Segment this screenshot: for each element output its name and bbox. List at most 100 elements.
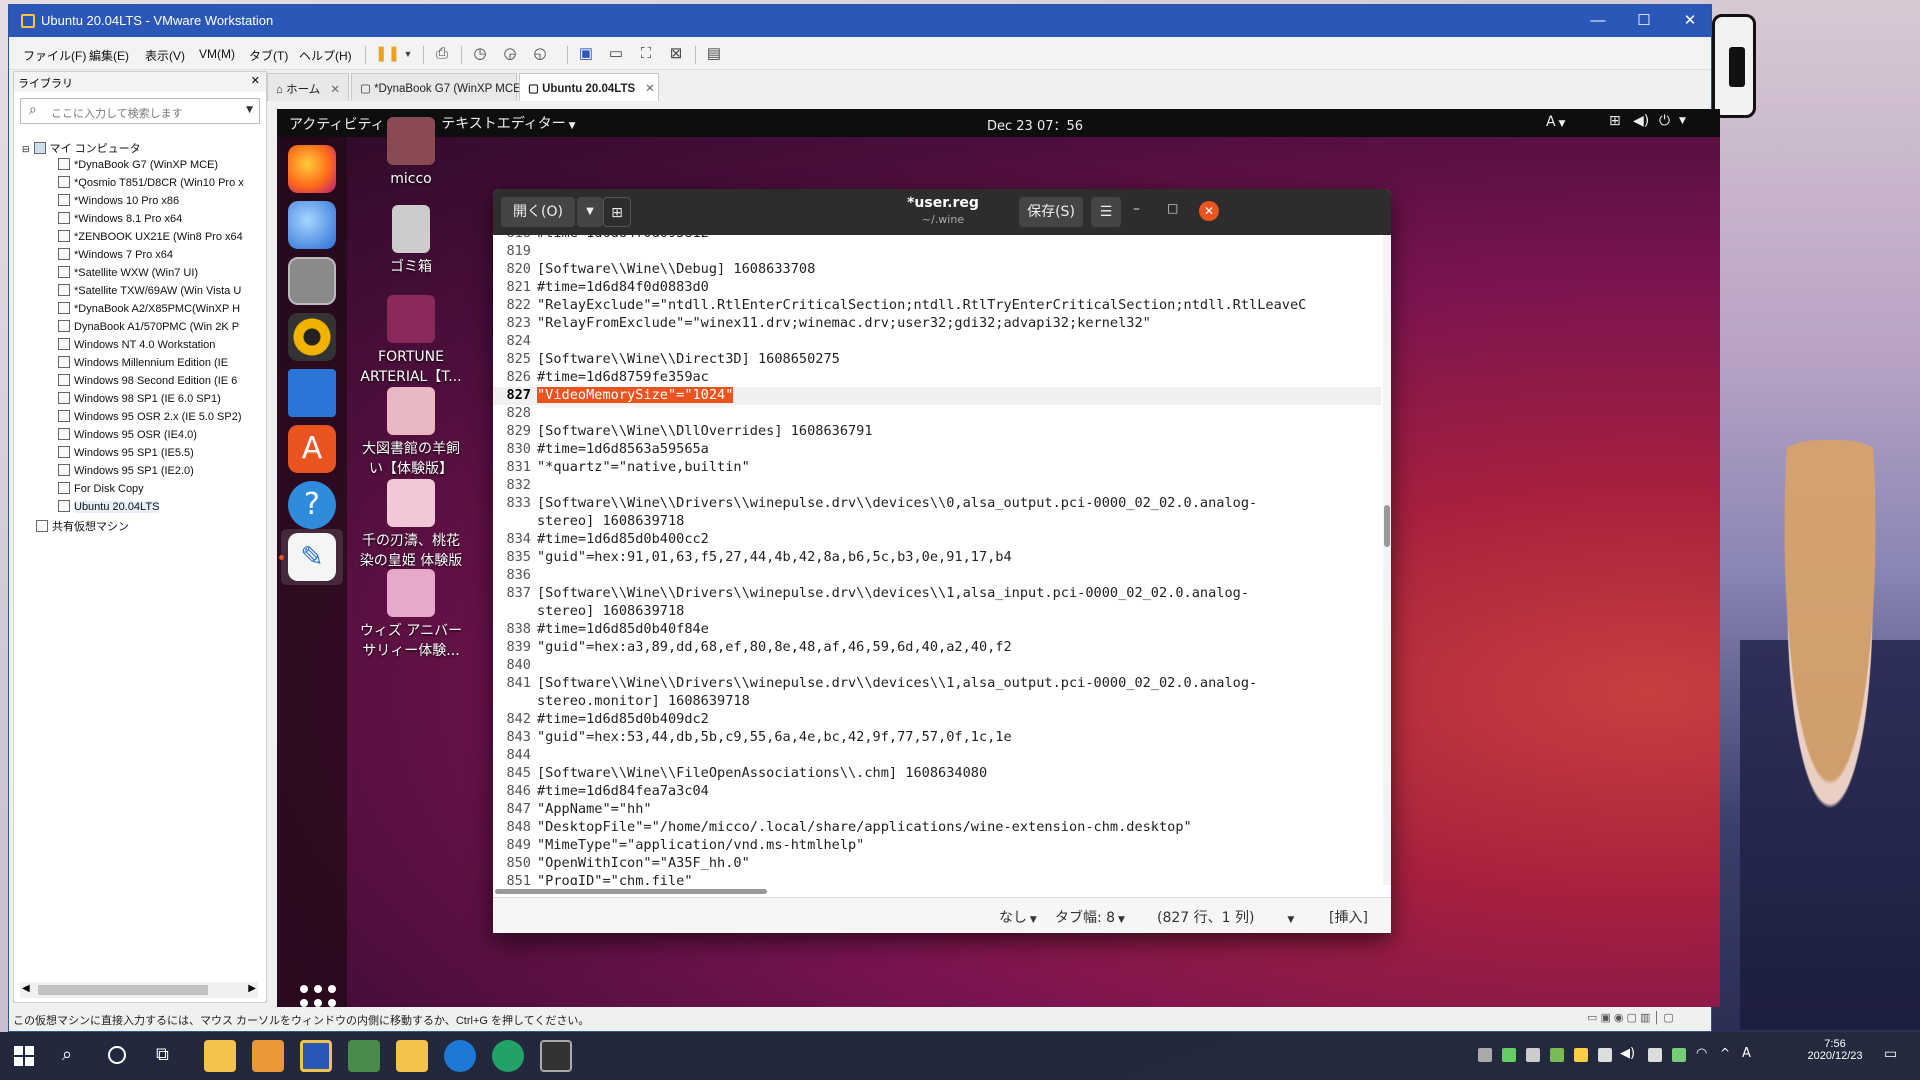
vm-list-item[interactable]: *DynaBook A2/X85PMC(WinXP H — [58, 302, 308, 320]
chevron-down-icon[interactable]: ▼ — [246, 105, 253, 115]
save-button[interactable]: 保存(S) — [1019, 197, 1083, 227]
open-button[interactable]: 開く(O) — [501, 197, 575, 227]
close-tab-icon[interactable]: ✕ — [330, 84, 340, 96]
desktop-item-trash[interactable]: ゴミ箱 — [356, 205, 466, 277]
code-line[interactable]: "RelayFromExclude"="winex11.drv;winemac.… — [537, 315, 1151, 331]
thumbnail-bar-icon[interactable]: ▭ — [605, 44, 627, 64]
code-line[interactable]: #time=1d6d8563a59565a — [537, 441, 709, 457]
vm-list-item[interactable]: For Disk Copy — [58, 482, 308, 500]
vm-list-item[interactable]: *Satellite TXW/69AW (Win Vista U — [58, 284, 308, 302]
vmware-taskbar-icon[interactable] — [300, 1040, 332, 1072]
vm-list-item[interactable]: Windows Millennium Edition (IE — [58, 356, 308, 374]
software-icon[interactable]: A — [288, 425, 336, 473]
code-line[interactable]: "*quartz"="native,builtin" — [537, 459, 750, 475]
media-player-icon[interactable] — [252, 1040, 284, 1072]
code-line[interactable]: "guid"=hex:a3,89,dd,68,ef,80,8e,48,af,46… — [537, 639, 1012, 655]
minimize-button[interactable]: — — [1575, 5, 1621, 37]
cursor-position[interactable]: (827 行、1 列) ▼ — [1157, 907, 1294, 927]
vm-list-item[interactable]: *Windows 7 Pro x64 — [58, 248, 308, 266]
device-status-icons[interactable]: ▭ ▣ ◉ ▢ ▥ │ ▢ — [1587, 1011, 1674, 1024]
code-line[interactable]: "DesktopFile"="/home/micco/.local/share/… — [537, 819, 1192, 835]
network-icon[interactable]: ⊞ — [1609, 113, 1621, 129]
app-icon[interactable] — [348, 1040, 380, 1072]
vm-list-item[interactable]: Windows 98 Second Edition (IE 6 — [58, 374, 308, 392]
show-applications-button[interactable] — [300, 985, 336, 1007]
hamburger-menu-icon[interactable]: ☰ — [1091, 197, 1121, 227]
vm-list-item[interactable]: Ubuntu 20.04LTS — [58, 500, 308, 518]
code-line[interactable]: "MimeType"="application/vnd.ms-htmlhelp" — [537, 837, 864, 853]
vm-list-item[interactable]: Windows NT 4.0 Workstation — [58, 338, 308, 356]
tab-dynabook[interactable]: ▢ *DynaBook G7 (WinXP MCE)✕ — [351, 73, 544, 101]
tree-root-my-computer[interactable]: ⊟ マイ コンピュータ — [22, 140, 272, 158]
thunderbird-icon[interactable] — [288, 201, 336, 249]
task-view-icon[interactable]: ⧉ — [156, 1044, 169, 1065]
scrollbar-thumb[interactable] — [1384, 505, 1390, 547]
code-line[interactable]: "ProgID"="chm.file" — [537, 873, 693, 885]
scrollbar-thumb[interactable] — [495, 889, 767, 894]
console-view-icon[interactable]: ▤ — [703, 44, 725, 64]
scroll-right-icon[interactable]: ▶ — [248, 983, 256, 994]
tab-width-selector[interactable]: タブ幅: 8 ▼ — [1055, 907, 1125, 927]
menu-edit[interactable]: 編集(E) — [89, 47, 129, 64]
desktop-item-home[interactable]: micco — [356, 117, 466, 189]
chevron-up-icon[interactable]: ^ — [1720, 1046, 1730, 1060]
taskbar-clock[interactable]: 7:56 2020/12/23 — [1800, 1038, 1870, 1062]
file-explorer-icon[interactable] — [204, 1040, 236, 1072]
close-tab-icon[interactable]: ✕ — [645, 83, 655, 95]
firefox-icon[interactable] — [288, 145, 336, 193]
vm-list-item[interactable]: Windows 95 SP1 (IE5.5) — [58, 446, 308, 464]
vm-list-item[interactable]: *Windows 8.1 Pro x64 — [58, 212, 308, 230]
wifi-icon[interactable]: ◠ — [1696, 1046, 1707, 1061]
cortana-icon[interactable] — [108, 1046, 126, 1064]
code-line[interactable]: [Software\\Wine\\Debug] 1608633708 — [537, 261, 815, 277]
vm-list-item[interactable]: Windows 95 SP1 (IE2.0) — [58, 464, 308, 482]
vm-list-item[interactable]: *Windows 10 Pro x86 — [58, 194, 308, 212]
code-line[interactable]: #time=1d6d85d0b409dc2 — [537, 711, 709, 727]
scrollbar-thumb[interactable] — [38, 985, 208, 995]
terminal-icon[interactable] — [540, 1040, 572, 1072]
volume-icon[interactable]: ◀) — [1620, 1046, 1635, 1061]
code-line[interactable]: #time=1d6d84f0d0883d0 — [537, 279, 709, 295]
volume-icon[interactable]: ◀) — [1633, 113, 1649, 129]
selected-text[interactable]: "VideoMemorySize"="1024" — [537, 387, 734, 403]
vm-list-item[interactable]: *ZENBOOK UX21E (Win8 Pro x64 — [58, 230, 308, 248]
insert-mode[interactable]: [挿入] — [1329, 907, 1368, 927]
code-line[interactable]: "OpenWithIcon"="A35F_hh.0" — [537, 855, 750, 871]
code-line[interactable]: [Software\\Wine\\Direct3D] 1608650275 — [537, 351, 840, 367]
ie-icon[interactable] — [444, 1040, 476, 1072]
writer-icon[interactable] — [288, 369, 336, 417]
open-menu-chevron-icon[interactable]: ▼ — [577, 197, 603, 227]
code-line[interactable]: stereo] 1608639718 — [537, 513, 684, 529]
scroll-left-icon[interactable]: ◀ — [22, 983, 30, 994]
vm-list-item[interactable]: *Qosmio T851/D8CR (Win10 Pro x — [58, 176, 308, 194]
guest-screen[interactable]: アクティビティ ✎ テキストエディター ▼ Dec 23 07：56 A ▼ ⊞… — [277, 109, 1720, 1007]
code-line[interactable]: [Software\\Wine\\FileOpenAssociations\\.… — [537, 765, 987, 781]
editor-horizontal-scrollbar[interactable] — [495, 887, 1381, 895]
vmware-titlebar[interactable]: Ubuntu 20.04LTS - VMware Workstation — ☐… — [9, 5, 1711, 37]
tray-icon[interactable] — [1672, 1048, 1686, 1062]
help-icon[interactable]: ? — [288, 481, 336, 529]
vm-list-item[interactable]: Windows 95 OSR (IE4.0) — [58, 428, 308, 446]
chevron-down-icon[interactable]: ▼ — [1679, 116, 1686, 126]
start-button[interactable] — [14, 1046, 34, 1066]
floating-widget[interactable] — [1712, 14, 1756, 118]
vm-list-item[interactable]: DynaBook A1/570PMC (Win 2K P — [58, 320, 308, 338]
power-icon[interactable]: ⏻ — [1659, 113, 1670, 129]
snapshot-manager-icon[interactable]: ◵ — [529, 44, 551, 64]
notification-icon[interactable]: ▭ — [1884, 1046, 1897, 1062]
library-scrollbar[interactable]: ◀ ▶ — [20, 982, 258, 998]
syntax-selector[interactable]: なし ▼ — [999, 907, 1037, 927]
close-library-icon[interactable]: ✕ — [251, 74, 260, 87]
search-icon[interactable]: ⌕ — [62, 1044, 72, 1065]
menu-file[interactable]: ファイル(F) — [23, 47, 86, 64]
tray-icon[interactable] — [1574, 1048, 1588, 1062]
code-line[interactable]: [Software\\Wine\\Drivers\\winepulse.drv\… — [537, 495, 1257, 511]
show-library-icon[interactable]: ▣ — [575, 44, 597, 64]
menu-tab[interactable]: タブ(T) — [249, 47, 288, 64]
maximize-icon[interactable]: □ — [1167, 201, 1178, 215]
code-line[interactable]: stereo] 1608639718 — [537, 603, 684, 619]
code-line[interactable]: "RelayExclude"="ntdll.RtlEnterCriticalSe… — [537, 297, 1306, 313]
clock[interactable]: Dec 23 07：56 — [987, 115, 1083, 134]
library-search-input[interactable]: ⌕ ここに入力して検索します ▼ — [20, 98, 260, 124]
vm-list-item[interactable]: Windows 98 SP1 (IE 6.0 SP1) — [58, 392, 308, 410]
